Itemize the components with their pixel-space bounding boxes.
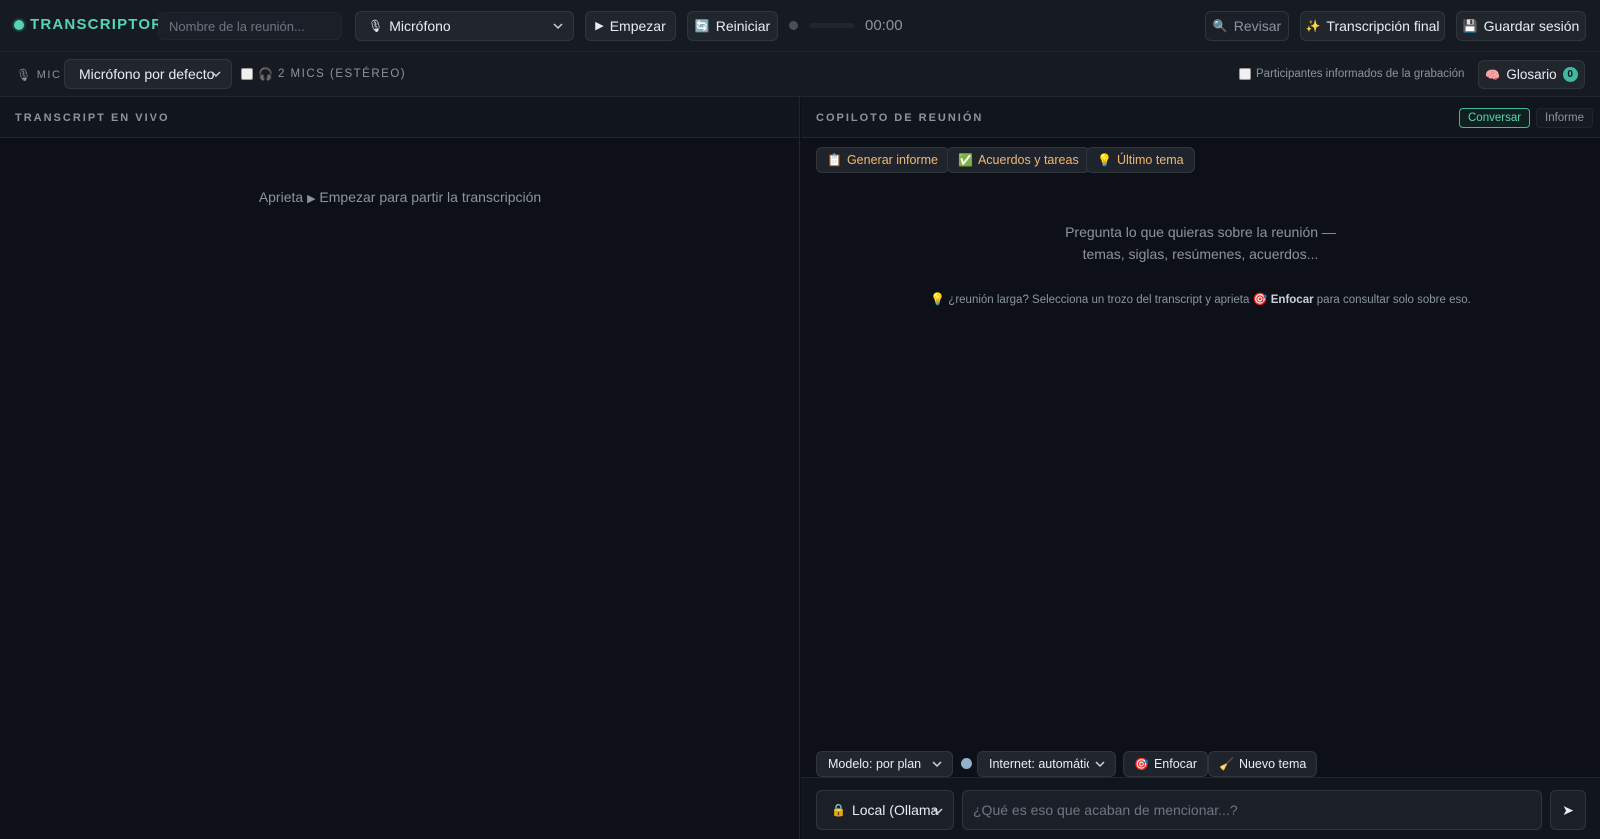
live-transcript-header: TRANSCRIPT EN VIVO <box>0 97 799 138</box>
lock-icon: 🔒 <box>831 803 846 817</box>
chat-input[interactable] <box>962 790 1542 830</box>
agreements-tasks-button[interactable]: ✅ Acuerdos y tareas <box>947 147 1090 173</box>
copilot-hint: 💡 ¿reunión larga? Selecciona un trozo de… <box>930 292 1471 306</box>
copilot-header: COPILOTO DE REUNIÓN Conversar Informe <box>801 97 1600 138</box>
floppy-disk-icon: 💾 <box>1462 19 1478 33</box>
send-icon: ➤ <box>1562 802 1574 818</box>
clipboard-icon: 📋 <box>827 153 842 167</box>
check-icon: ✅ <box>958 153 973 167</box>
sparkles-icon: ✨ <box>1305 19 1321 33</box>
audio-source-select[interactable]: 🎙 Micrófono <box>355 11 574 41</box>
empty-transcript-message: Aprieta ▶ Empezar para partir la transcr… <box>258 189 542 205</box>
new-topic-button[interactable]: 🧹 Nuevo tema <box>1208 751 1318 777</box>
microphone-icon: 🎙 <box>368 19 384 33</box>
mic-label: 🎙 MIC <box>16 68 62 82</box>
internet-select[interactable]: Internet: automático <box>977 751 1116 777</box>
broom-icon: 🧹 <box>1219 757 1234 771</box>
focus-button[interactable]: 🎯 Enfocar <box>1123 751 1209 777</box>
copilot-prompt: Pregunta lo que quieras sobre la reunión… <box>1065 224 1336 262</box>
chevron-down-icon <box>211 71 221 78</box>
start-button[interactable]: ▶ Empezar <box>585 11 676 41</box>
internet-status-icon <box>961 758 972 769</box>
reset-button[interactable]: 🔄 Reiniciar <box>687 11 778 41</box>
generate-report-button[interactable]: 📋 Generar informe <box>816 147 949 173</box>
magnifier-icon: 🔍 <box>1212 19 1228 33</box>
review-button[interactable]: 🔍 Revisar <box>1205 11 1289 41</box>
brain-icon: 🧠 <box>1485 67 1501 82</box>
save-session-button[interactable]: 💾 Guardar sesión <box>1456 11 1586 41</box>
stereo-checkbox[interactable] <box>241 68 253 80</box>
reset-icon: 🔄 <box>694 19 710 33</box>
play-icon: ▶ <box>595 19 604 32</box>
chat-composer: 🔒 Local (Ollama ➤ <box>801 777 1600 839</box>
app-brand: TRANSCRIPTOR <box>14 16 163 33</box>
audio-level-meter <box>809 23 854 28</box>
headphones-icon: 🎧 <box>258 67 273 81</box>
mic-settings-bar: 🎙 MIC Micrófono por defecto 🎧 2 MICS (ES… <box>0 52 1600 97</box>
mic-device-select[interactable]: Micrófono por defecto <box>64 59 232 89</box>
tab-informe[interactable]: Informe <box>1536 108 1593 128</box>
chevron-down-icon <box>1095 761 1105 768</box>
glossary-count-badge: 0 <box>1562 67 1578 82</box>
microphone-icon: 🎙 <box>16 68 33 82</box>
send-button[interactable]: ➤ <box>1550 790 1586 830</box>
recording-indicator-icon <box>789 21 798 30</box>
final-transcript-button[interactable]: ✨ Transcripción final <box>1300 11 1445 41</box>
stereo-toggle[interactable]: 🎧 2 MICS (ESTÉREO) <box>241 68 406 80</box>
model-select[interactable]: Modelo: por plan <box>816 751 953 777</box>
top-toolbar: TRANSCRIPTOR 🎙 Micrófono ▶ Empezar 🔄 Rei… <box>0 0 1600 52</box>
target-icon: 🎯 <box>1134 757 1149 771</box>
live-transcript-panel: TRANSCRIPT EN VIVO Aprieta ▶ Empezar par… <box>0 97 800 839</box>
lightbulb-icon: 💡 <box>930 292 946 306</box>
meeting-name-input[interactable] <box>158 12 342 40</box>
participants-informed-toggle[interactable]: Participantes informados de la grabación <box>1239 68 1464 80</box>
target-icon: 🎯 <box>1252 292 1268 306</box>
status-dot-icon <box>14 19 24 30</box>
app-title: TRANSCRIPTOR <box>30 16 164 33</box>
panel-title: COPILOTO DE REUNIÓN <box>816 112 984 124</box>
participants-checkbox[interactable] <box>1239 68 1251 80</box>
timer: 00:00 <box>865 17 903 34</box>
provider-select[interactable]: 🔒 Local (Ollama <box>816 790 954 830</box>
meeting-copilot-panel: COPILOTO DE REUNIÓN Conversar Informe 📋 … <box>801 97 1600 839</box>
glossary-button[interactable]: 🧠 Glosario 0 <box>1478 60 1585 89</box>
chevron-down-icon <box>933 808 943 815</box>
last-topic-button[interactable]: 💡 Último tema <box>1086 147 1195 173</box>
tab-conversar[interactable]: Conversar <box>1459 108 1531 128</box>
panel-title: TRANSCRIPT EN VIVO <box>15 112 170 124</box>
play-icon: ▶ <box>307 193 316 205</box>
chevron-down-icon <box>553 23 563 30</box>
lightbulb-icon: 💡 <box>1097 153 1112 167</box>
chevron-down-icon <box>932 761 942 768</box>
